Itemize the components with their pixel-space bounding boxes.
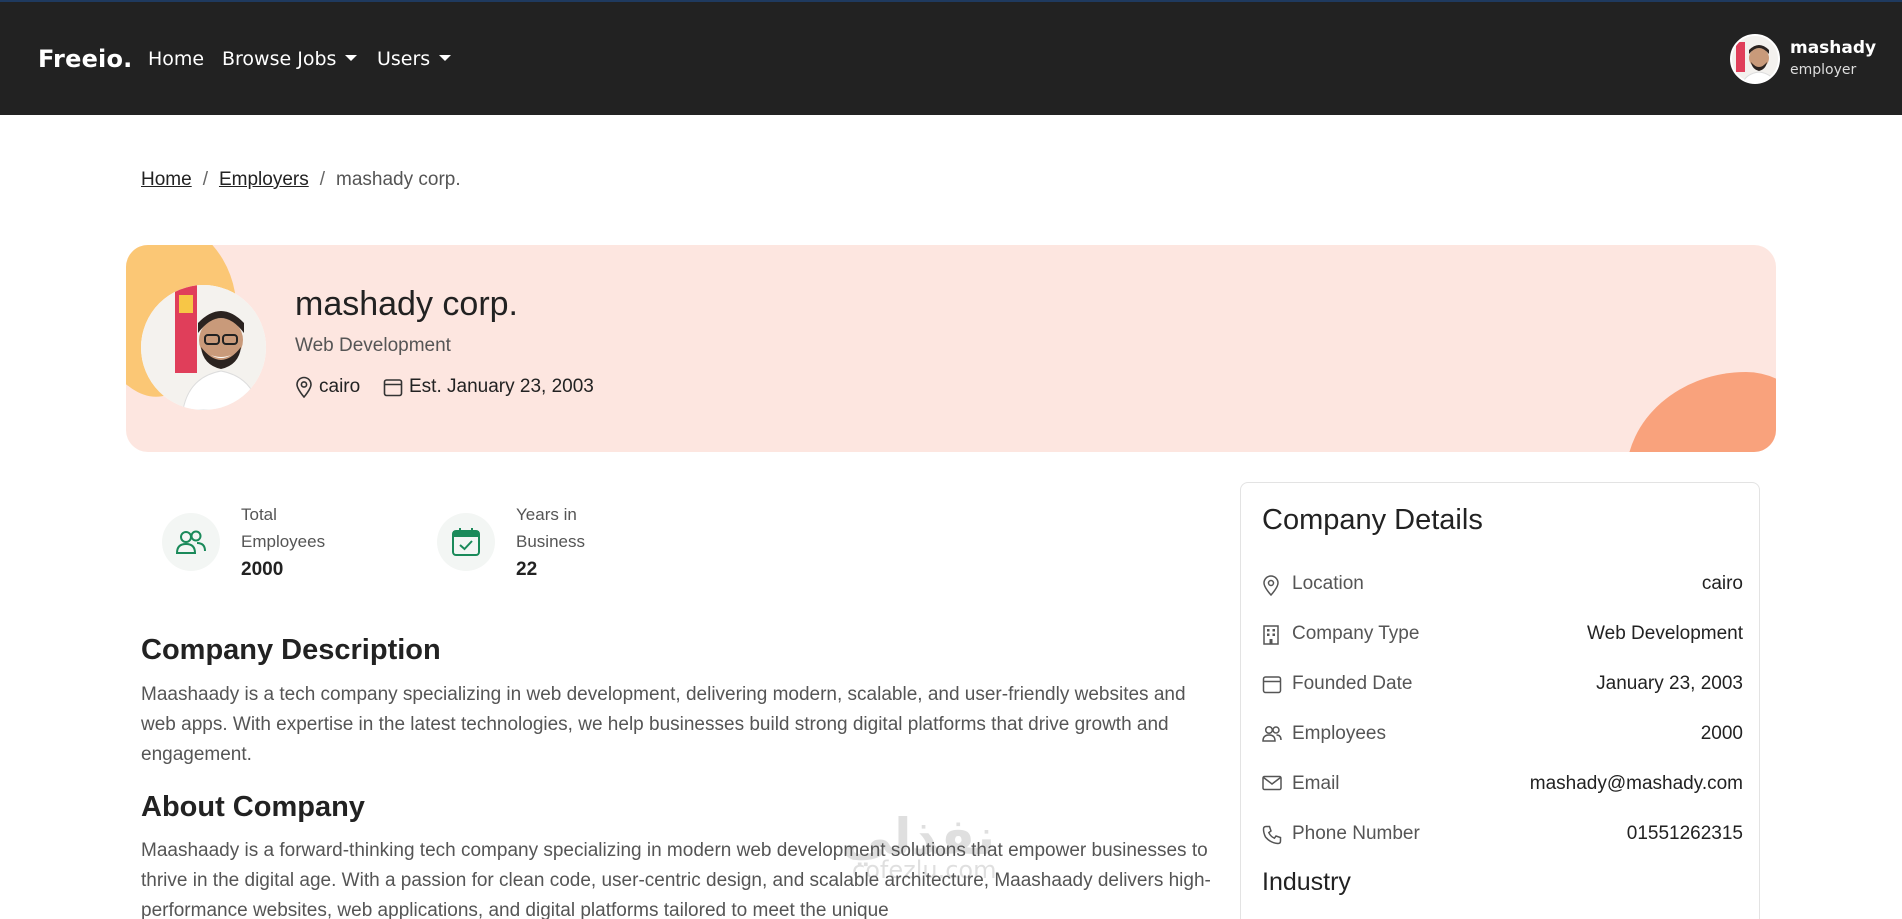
user-role: employer xyxy=(1790,62,1857,78)
breadcrumb-home-link[interactable]: Home xyxy=(141,169,192,190)
calendar-icon xyxy=(383,379,403,397)
description-heading: Company Description xyxy=(141,634,441,666)
breadcrumb-employers-link[interactable]: Employers xyxy=(219,169,309,190)
company-hero-banner: mashady corp. Web Development cairo Est.… xyxy=(126,245,1776,452)
company-established: Est. January 23, 2003 xyxy=(383,376,594,398)
stat-years-value: 22 xyxy=(516,559,538,580)
calendar-icon xyxy=(1262,676,1282,694)
detail-value: January 23, 2003 xyxy=(1596,673,1743,694)
company-logo xyxy=(141,285,266,410)
location-pin-icon xyxy=(296,376,312,398)
phone-icon xyxy=(1262,825,1282,845)
envelope-icon xyxy=(1262,775,1282,791)
company-details-card: Company Details Location cairo Company T… xyxy=(1240,482,1760,919)
breadcrumb: Home / Employers / mashady corp. xyxy=(141,169,461,191)
breadcrumb-separator: / xyxy=(319,169,325,190)
decorative-blob xyxy=(1626,372,1776,452)
detail-row-employees: Employees 2000 xyxy=(1262,721,1743,751)
detail-row-email: Email mashady@mashady.com xyxy=(1262,771,1743,801)
avatar xyxy=(1730,34,1780,84)
detail-value: Web Development xyxy=(1587,623,1743,644)
description-text: Maashaady is a tech company specializing… xyxy=(141,684,1186,765)
company-type: Web Development xyxy=(295,335,451,356)
stat-total-employees-value: 2000 xyxy=(241,559,284,580)
chevron-down-icon xyxy=(439,54,452,61)
detail-label: Email xyxy=(1292,773,1340,794)
company-location: cairo xyxy=(295,376,360,398)
detail-phone-link[interactable]: 01551262315 xyxy=(1627,823,1743,845)
detail-value: cairo xyxy=(1701,573,1743,594)
location-pin-icon xyxy=(1263,575,1279,596)
detail-value: 2000 xyxy=(1700,723,1743,744)
user-menu[interactable]: mashady employer xyxy=(1730,34,1880,86)
user-name: mashady xyxy=(1790,38,1877,58)
top-navbar: Freeio. Home Browse Jobs Users mashady e… xyxy=(0,0,1902,115)
brand-logo[interactable]: Freeio. xyxy=(38,45,132,73)
detail-row-founded-date: Founded Date January 23, 2003 xyxy=(1262,671,1743,701)
detail-email-link[interactable]: mashady@mashady.com xyxy=(1530,773,1743,795)
chevron-down-icon xyxy=(345,54,358,61)
detail-row-company-type: Company Type Web Development xyxy=(1262,621,1743,651)
company-name: mashady corp. xyxy=(295,285,518,323)
detail-label: Employees xyxy=(1292,723,1386,744)
stat-total-employees-label: Total Employees xyxy=(241,505,326,551)
detail-label: Founded Date xyxy=(1292,673,1413,694)
breadcrumb-current: mashady corp. xyxy=(336,169,461,190)
users-icon xyxy=(162,513,220,571)
detail-label: Company Type xyxy=(1292,623,1420,644)
calendar-check-icon xyxy=(437,513,495,571)
building-icon xyxy=(1263,625,1279,645)
nav-users-dropdown[interactable]: Users xyxy=(377,48,452,70)
nav-home-link[interactable]: Home xyxy=(148,48,204,70)
detail-row-phone: Phone Number 01551262315 xyxy=(1262,821,1743,851)
company-details-title: Company Details xyxy=(1262,504,1483,536)
about-heading: About Company xyxy=(141,791,365,823)
nav-browse-jobs-dropdown[interactable]: Browse Jobs xyxy=(222,48,358,70)
stat-years-label: Years in Business xyxy=(516,505,585,551)
about-text: Maashaady is a forward-thinking tech com… xyxy=(141,840,1211,919)
detail-label: Phone Number xyxy=(1292,823,1420,844)
detail-label: Location xyxy=(1292,573,1364,594)
people-icon xyxy=(1262,725,1282,742)
breadcrumb-separator: / xyxy=(202,169,208,190)
industry-heading: Industry xyxy=(1262,868,1351,896)
detail-row-location: Location cairo xyxy=(1262,571,1743,601)
